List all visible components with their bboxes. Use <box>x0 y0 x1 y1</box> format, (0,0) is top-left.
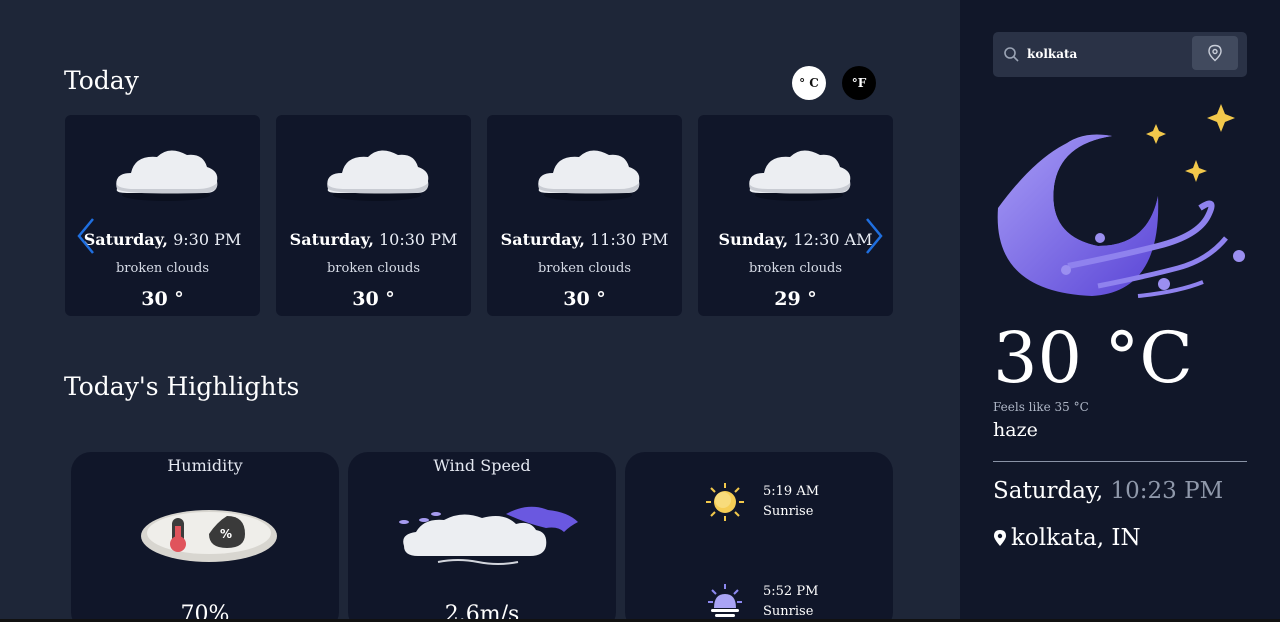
forecast-description: broken clouds <box>326 261 421 276</box>
forecast-temperature: 30 ° <box>352 288 395 310</box>
divider <box>993 461 1247 462</box>
sunset-row: 5:52 PM Sunrise <box>705 582 818 622</box>
forecast-card: Saturday, 10:30 PM broken clouds 30 ° <box>276 115 471 316</box>
forecast-temperature: 29 ° <box>774 288 817 310</box>
forecast-clock: 9:30 PM <box>173 230 242 249</box>
current-location: kolkata, IN <box>993 525 1141 551</box>
forecast-card: Saturday, 11:30 PM broken clouds 30 ° <box>487 115 682 316</box>
forecast-temperature: 30 ° <box>563 288 606 310</box>
current-location-button[interactable] <box>1192 36 1238 70</box>
wind-speed-label: Wind Speed <box>433 456 531 475</box>
wind-speed-card: Wind Speed 2.6m/s <box>348 452 616 622</box>
humidity-icon: % <box>139 504 279 568</box>
cloud-icon <box>276 137 471 207</box>
moon-weather-icon <box>988 96 1250 315</box>
forecast-description: broken clouds <box>537 261 632 276</box>
main-panel: Today ° C °F Saturday, 9:30 PM broken cl… <box>0 0 960 622</box>
sunset-time: 5:52 PM <box>763 584 819 599</box>
weather-condition: haze <box>993 419 1038 441</box>
location-pin-icon <box>1208 44 1222 62</box>
feels-like: Feels like 35 °C <box>993 400 1089 414</box>
sun-icon <box>706 483 744 521</box>
forecast-clock: 10:30 PM <box>379 230 458 249</box>
forecast-time: Saturday, 10:30 PM <box>276 230 471 249</box>
svg-text:%: % <box>220 527 232 541</box>
chevron-right-icon[interactable] <box>862 216 886 256</box>
cloud-icon <box>698 137 893 207</box>
current-temperature: 30 °C <box>993 317 1193 399</box>
sunrise-label: Sunrise <box>763 504 814 519</box>
search-icon <box>1004 47 1019 62</box>
sunset-info: 5:52 PM Sunrise <box>763 582 818 622</box>
windy-cloud-icon <box>398 502 588 576</box>
current-day: Saturday, <box>993 478 1104 504</box>
location-name: kolkata, IN <box>1011 525 1141 551</box>
forecast-description: broken clouds <box>115 261 210 276</box>
forecast-day: Saturday, <box>500 230 585 249</box>
sunrise-row: 5:19 AM Sunrise <box>705 482 819 522</box>
forecast-temperature: 30 ° <box>141 288 184 310</box>
current-time: 10:23 PM <box>1110 478 1224 504</box>
search-bar <box>993 32 1247 77</box>
cloud-icon <box>487 137 682 207</box>
humidity-label: Humidity <box>167 456 243 475</box>
forecast-day: Saturday, <box>289 230 374 249</box>
forecast-time: Saturday, 11:30 PM <box>487 230 682 249</box>
sun-times-card: 5:19 AM Sunrise 5:52 PM Sunrise <box>625 452 893 622</box>
celsius-toggle-button[interactable]: ° C <box>792 66 826 100</box>
current-date-time: Saturday, 10:23 PM <box>993 478 1223 504</box>
forecast-description: broken clouds <box>748 261 843 276</box>
cloud-icon <box>65 137 260 207</box>
highlights-title: Today's Highlights <box>64 372 300 401</box>
sunset-icon <box>708 584 742 617</box>
location-marker-icon <box>994 530 1006 546</box>
chevron-left-icon[interactable] <box>74 216 98 256</box>
forecast-clock: 11:30 PM <box>590 230 669 249</box>
forecast-clock: 12:30 AM <box>793 230 873 249</box>
today-title: Today <box>64 66 139 95</box>
fahrenheit-toggle-button[interactable]: °F <box>842 66 876 100</box>
sunrise-time: 5:19 AM <box>763 484 820 499</box>
forecast-day: Sunday, <box>718 230 789 249</box>
search-input[interactable] <box>1027 44 1177 64</box>
humidity-card: Humidity % 70% <box>71 452 339 622</box>
sunrise-info: 5:19 AM Sunrise <box>763 482 819 522</box>
